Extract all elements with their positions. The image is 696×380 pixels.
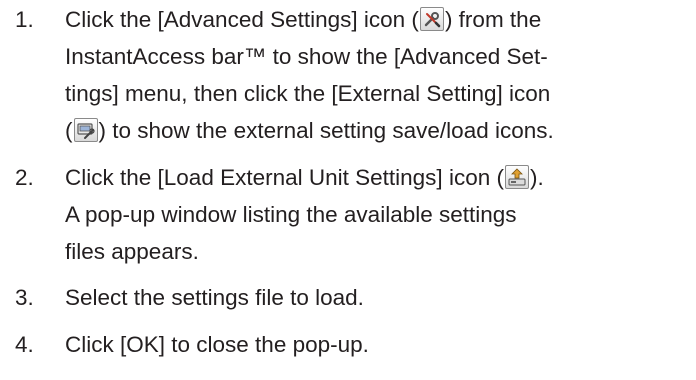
step-text: Click the [Advanced Settings] icon () fr…: [65, 1, 695, 149]
external-setting-icon: [73, 118, 98, 142]
step-line: Click the [Load External Unit Settings] …: [65, 165, 544, 190]
step-number: 4.: [15, 332, 34, 357]
step-line: Click [OK] to close the pop-up.: [65, 332, 369, 357]
step-number: 1.: [15, 7, 34, 32]
load-external-icon: [504, 165, 529, 189]
step-text: Select the settings file to load.: [65, 279, 695, 316]
step-line: A pop-up window listing the available se…: [65, 202, 517, 227]
step-line: InstantAccess bar™ to show the [Advanced…: [65, 44, 548, 69]
step-line: () to show the external setting save/loa…: [65, 118, 554, 143]
step-text: Click [OK] to close the pop-up.: [65, 326, 695, 363]
step-text: Click the [Load External Unit Settings] …: [65, 159, 695, 270]
step-line: tings] menu, then click the [External Se…: [65, 81, 551, 106]
step-line: Select the settings file to load.: [65, 285, 364, 310]
step-line: Click the [Advanced Settings] icon () fr…: [65, 7, 542, 32]
wrench-screwdriver-icon: [419, 7, 444, 31]
step-number: 2.: [15, 165, 34, 190]
step-number: 3.: [15, 285, 34, 310]
step-line: files appears.: [65, 239, 199, 264]
